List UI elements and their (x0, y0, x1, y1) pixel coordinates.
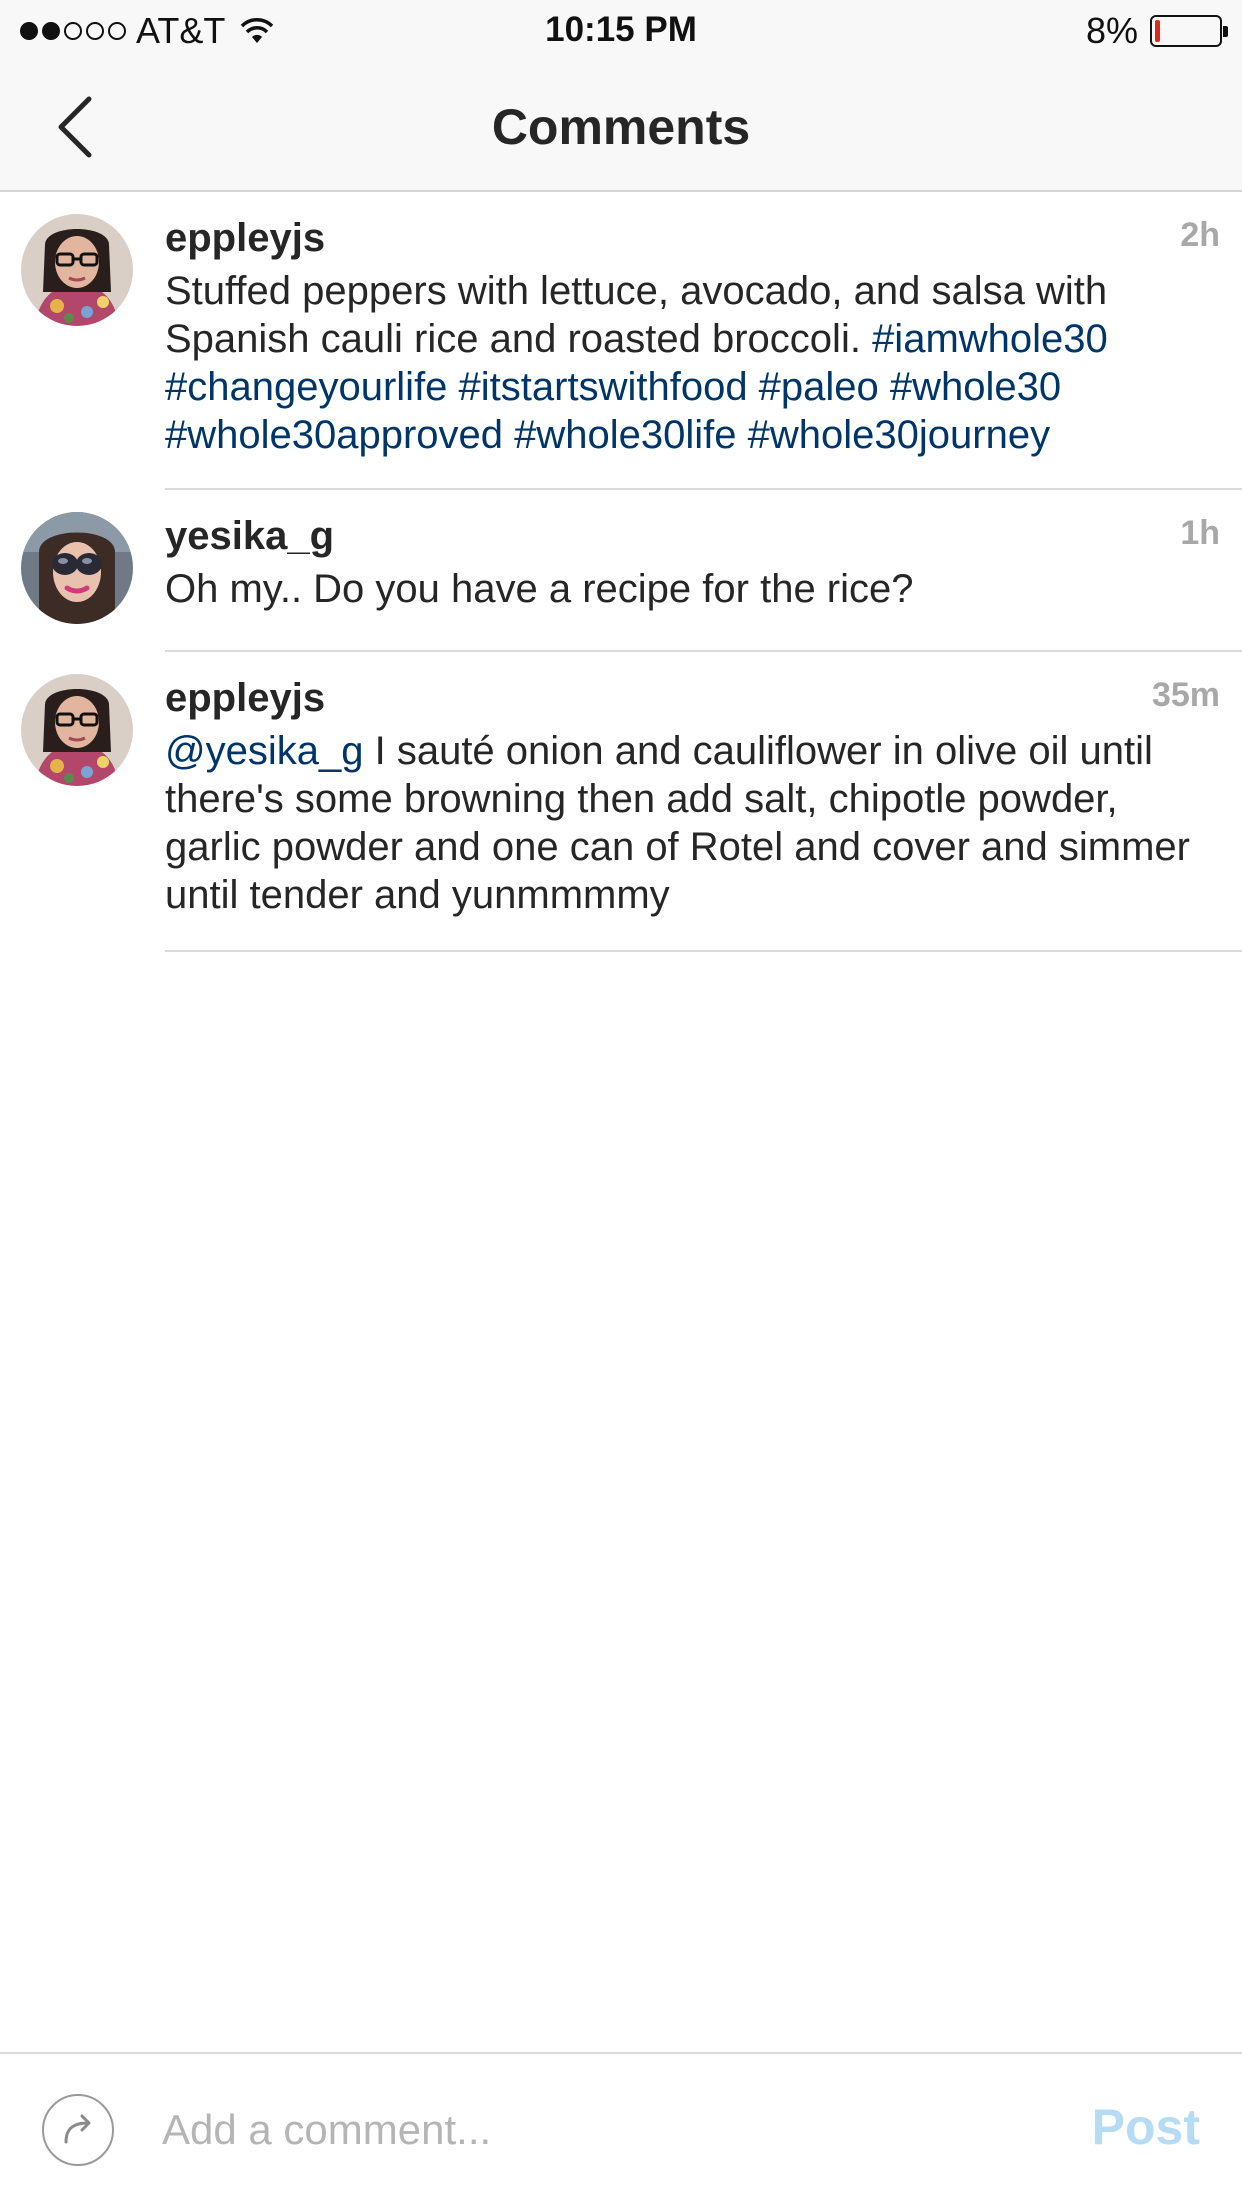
comment-text: Stuffed peppers with lettuce, avocado, a… (165, 267, 1212, 459)
comment-list: eppleyjs 2h Stuffed peppers with lettuce… (0, 192, 1242, 952)
battery-icon (1150, 15, 1228, 47)
clock: 10:15 PM (545, 10, 697, 49)
avatar[interactable] (21, 214, 133, 326)
nav-bar: Comments (0, 62, 1242, 192)
page-title: Comments (491, 99, 751, 155)
comment-item: eppleyjs 35m @yesika_g I sauté onion and… (0, 652, 1242, 952)
comment-username[interactable]: eppleyjs (165, 216, 325, 261)
avatar-yesika-image (21, 512, 133, 624)
status-right: 8% (1085, 10, 1228, 52)
comment-text: Oh my.. Do you have a recipe for the ric… (165, 567, 914, 611)
comment-timestamp: 1h (1180, 514, 1220, 552)
avatar[interactable] (21, 512, 133, 624)
post-button[interactable]: Post (1092, 2098, 1200, 2156)
avatar[interactable] (21, 674, 133, 786)
comment-input[interactable] (160, 2092, 1040, 2168)
battery-level (1155, 20, 1160, 42)
share-button[interactable] (42, 2094, 114, 2166)
comment-item: yesika_g 1h Oh my.. Do you have a recipe… (0, 490, 1242, 652)
avatar-eppleyjs-image (21, 214, 133, 326)
comment-username[interactable]: yesika_g (165, 514, 334, 559)
battery-percent: 8% (1085, 10, 1138, 51)
comment-username[interactable]: eppleyjs (165, 676, 325, 721)
avatar-eppleyjs-image (21, 674, 133, 786)
comment-body: eppleyjs 2h Stuffed peppers with lettuce… (165, 192, 1242, 490)
comment-body: eppleyjs 35m @yesika_g I sauté onion and… (165, 652, 1242, 952)
comment-composer: Post (0, 2052, 1242, 2208)
comment-timestamp: 2h (1180, 216, 1220, 254)
comment-text: @yesika_g I sauté onion and cauliflower … (165, 727, 1212, 919)
status-bar: AT&T 10:15 PM 8% (0, 0, 1242, 62)
mention-link[interactable]: @yesika_g (165, 729, 363, 773)
comment-item: eppleyjs 2h Stuffed peppers with lettuce… (0, 192, 1242, 490)
comment-body: yesika_g 1h Oh my.. Do you have a recipe… (165, 490, 1242, 652)
share-arrow-icon (64, 2114, 91, 2144)
comment-timestamp: 35m (1151, 676, 1220, 714)
